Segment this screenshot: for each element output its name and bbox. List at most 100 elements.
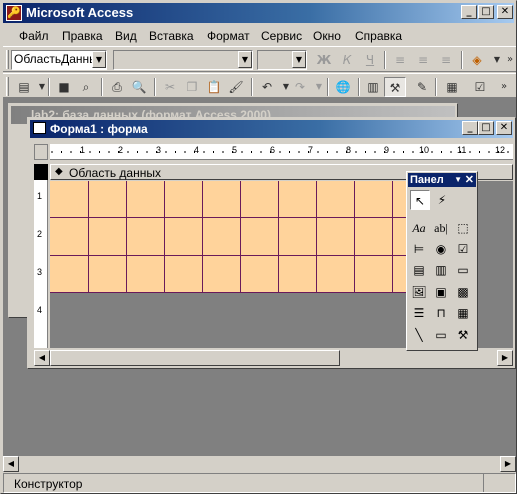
menu-insert[interactable]: Вставка	[149, 29, 194, 43]
ruler-v-label: 1	[37, 191, 43, 201]
print-icon[interactable]: ⎙	[106, 77, 128, 97]
combobox-icon[interactable]: ▤	[409, 260, 429, 280]
toolbox-icon[interactable]: ⚒	[384, 77, 406, 97]
menu-tools[interactable]: Сервис	[261, 29, 302, 43]
font-size-combo[interactable]: ▼	[257, 50, 307, 70]
form-title: Форма1 : форма	[50, 122, 148, 136]
form-icon[interactable]	[33, 122, 46, 134]
toolbar-separator	[384, 51, 386, 69]
menu-file[interactable]: Файл	[19, 29, 49, 43]
bold-icon[interactable]: Ж	[313, 50, 335, 70]
form-title-bar: Форма1 : форма _ □ ✕	[30, 120, 513, 138]
toolbar-separator	[251, 78, 253, 96]
rectangle-icon[interactable]: ▭	[431, 325, 451, 345]
bound-object-frame-icon[interactable]: ▩	[453, 282, 473, 302]
toolbar-grip[interactable]	[6, 77, 9, 96]
copy-icon[interactable]: ❐	[181, 77, 203, 97]
checkbox-icon[interactable]: ☑	[453, 239, 473, 259]
ruler-h-label: 5	[232, 145, 238, 155]
format-painter-icon[interactable]: 🖌	[225, 77, 247, 97]
toolbar-overflow-icon[interactable]: »	[499, 50, 517, 70]
image-icon[interactable]: 🖼	[409, 282, 429, 302]
textbox-icon[interactable]: ab|	[431, 218, 451, 238]
toolbar-separator	[101, 78, 103, 96]
option-button-icon[interactable]: ◉	[431, 239, 451, 259]
cut-icon[interactable]: ✂	[159, 77, 181, 97]
toolbar-separator	[358, 78, 360, 96]
print-preview-icon[interactable]: 🔍	[128, 77, 150, 97]
ruler-h-label: 8	[346, 145, 352, 155]
select-objects-icon[interactable]: ↖	[410, 190, 430, 210]
tab-control-icon[interactable]: ⊓	[431, 303, 451, 323]
command-button-icon[interactable]: ▭	[453, 260, 473, 280]
menu-window[interactable]: Окно	[313, 29, 341, 43]
ruler-h-label: 10	[419, 145, 430, 155]
form-horizontal-scrollbar[interactable]: ◀ ▶	[34, 350, 513, 366]
ruler-h-label: 1	[80, 145, 86, 155]
chevron-down-icon[interactable]: ▼	[454, 173, 462, 187]
scroll-right-icon[interactable]: ▶	[497, 350, 513, 366]
option-group-icon[interactable]: ⬚	[453, 218, 473, 238]
object-combo[interactable]: ОбластьДанны ▼	[11, 50, 107, 70]
horizontal-ruler[interactable]: 1 2 3 4 5 6 7 8 9 10 11 12	[50, 144, 513, 160]
align-center-icon[interactable]: ≡	[412, 50, 434, 70]
code-icon[interactable]: ▦	[441, 77, 463, 97]
more-controls-icon[interactable]: ⚒	[453, 325, 473, 345]
form-design-toolbar: ▤ ▼ ■ ⌕ ⎙ 🔍 ✂ ❐ 📋 🖌 ↶ ▼ ↷ ▼ 🌐 ▥ ⚒ ✎ ▦ ☑ …	[3, 73, 516, 99]
menu-edit[interactable]: Правка	[62, 29, 103, 43]
ruler-v-label: 2	[37, 229, 43, 239]
close-button[interactable]: ✕	[497, 5, 513, 19]
chevron-down-icon[interactable]: ▼	[238, 51, 252, 68]
status-pane	[483, 474, 513, 492]
scroll-left-icon[interactable]: ◀	[3, 456, 19, 472]
align-right-icon[interactable]: ≡	[435, 50, 457, 70]
form-minimize-button[interactable]: _	[462, 121, 478, 135]
access-app-icon[interactable]: 🔑	[6, 5, 22, 21]
autoformat-icon[interactable]: ✎	[411, 77, 433, 97]
menu-format[interactable]: Формат	[207, 29, 250, 43]
close-icon[interactable]: ✕	[465, 173, 474, 187]
fill-color-icon[interactable]: ◈	[466, 50, 488, 70]
properties-icon[interactable]: ☑	[469, 77, 491, 97]
toolbar-grip[interactable]	[6, 50, 9, 69]
page-break-icon[interactable]: ☰	[409, 303, 429, 323]
align-left-icon[interactable]: ≡	[389, 50, 411, 70]
paste-icon[interactable]: 📋	[203, 77, 225, 97]
toggle-button-icon[interactable]: ⊨	[409, 239, 429, 259]
chevron-down-icon[interactable]: ▼	[92, 51, 106, 68]
toolbar-separator	[48, 78, 50, 96]
toolbar-overflow-icon[interactable]: »	[493, 77, 515, 97]
form-selector[interactable]	[34, 144, 48, 160]
menu-help[interactable]: Справка	[355, 29, 402, 43]
chevron-down-icon[interactable]: ▼	[292, 51, 306, 68]
hyperlink-icon[interactable]: 🌐	[332, 77, 354, 97]
unbound-object-frame-icon[interactable]: ▣	[431, 282, 451, 302]
detail-section-grid[interactable]	[50, 181, 436, 293]
font-combo[interactable]: ▼	[113, 50, 253, 70]
ruler-v-label: 4	[37, 305, 43, 315]
control-wizards-icon[interactable]: ⚡	[432, 190, 452, 210]
subform-icon[interactable]: ▦	[453, 303, 473, 323]
save-icon[interactable]: ■	[53, 77, 75, 97]
form-close-button[interactable]: ✕	[496, 121, 512, 135]
label-icon[interactable]: Aa	[409, 218, 429, 238]
maximize-button[interactable]: □	[478, 5, 494, 19]
scroll-thumb[interactable]	[50, 350, 340, 366]
ruler-h-label: 12	[495, 145, 506, 155]
scroll-right-icon[interactable]: ▶	[500, 456, 516, 472]
scroll-left-icon[interactable]: ◀	[34, 350, 50, 366]
line-icon[interactable]: ╲	[409, 325, 429, 345]
workspace-horizontal-scrollbar[interactable]: ◀ ▶	[3, 456, 516, 472]
underline-icon[interactable]: Ч	[359, 50, 381, 70]
toolbox-title-bar[interactable]: Панел ▼ ✕	[408, 173, 476, 187]
italic-icon[interactable]: К	[336, 50, 358, 70]
section-selector[interactable]	[34, 164, 48, 180]
field-list-icon[interactable]: ▥	[362, 77, 384, 97]
file-search-icon[interactable]: ⌕	[75, 77, 97, 97]
menu-view[interactable]: Вид	[115, 29, 137, 43]
ruler-h-label: 9	[384, 145, 390, 155]
vertical-ruler[interactable]: 1 2 3 4	[34, 164, 48, 348]
listbox-icon[interactable]: ▥	[431, 260, 451, 280]
form-maximize-button[interactable]: □	[478, 121, 494, 135]
minimize-button[interactable]: _	[461, 5, 477, 19]
